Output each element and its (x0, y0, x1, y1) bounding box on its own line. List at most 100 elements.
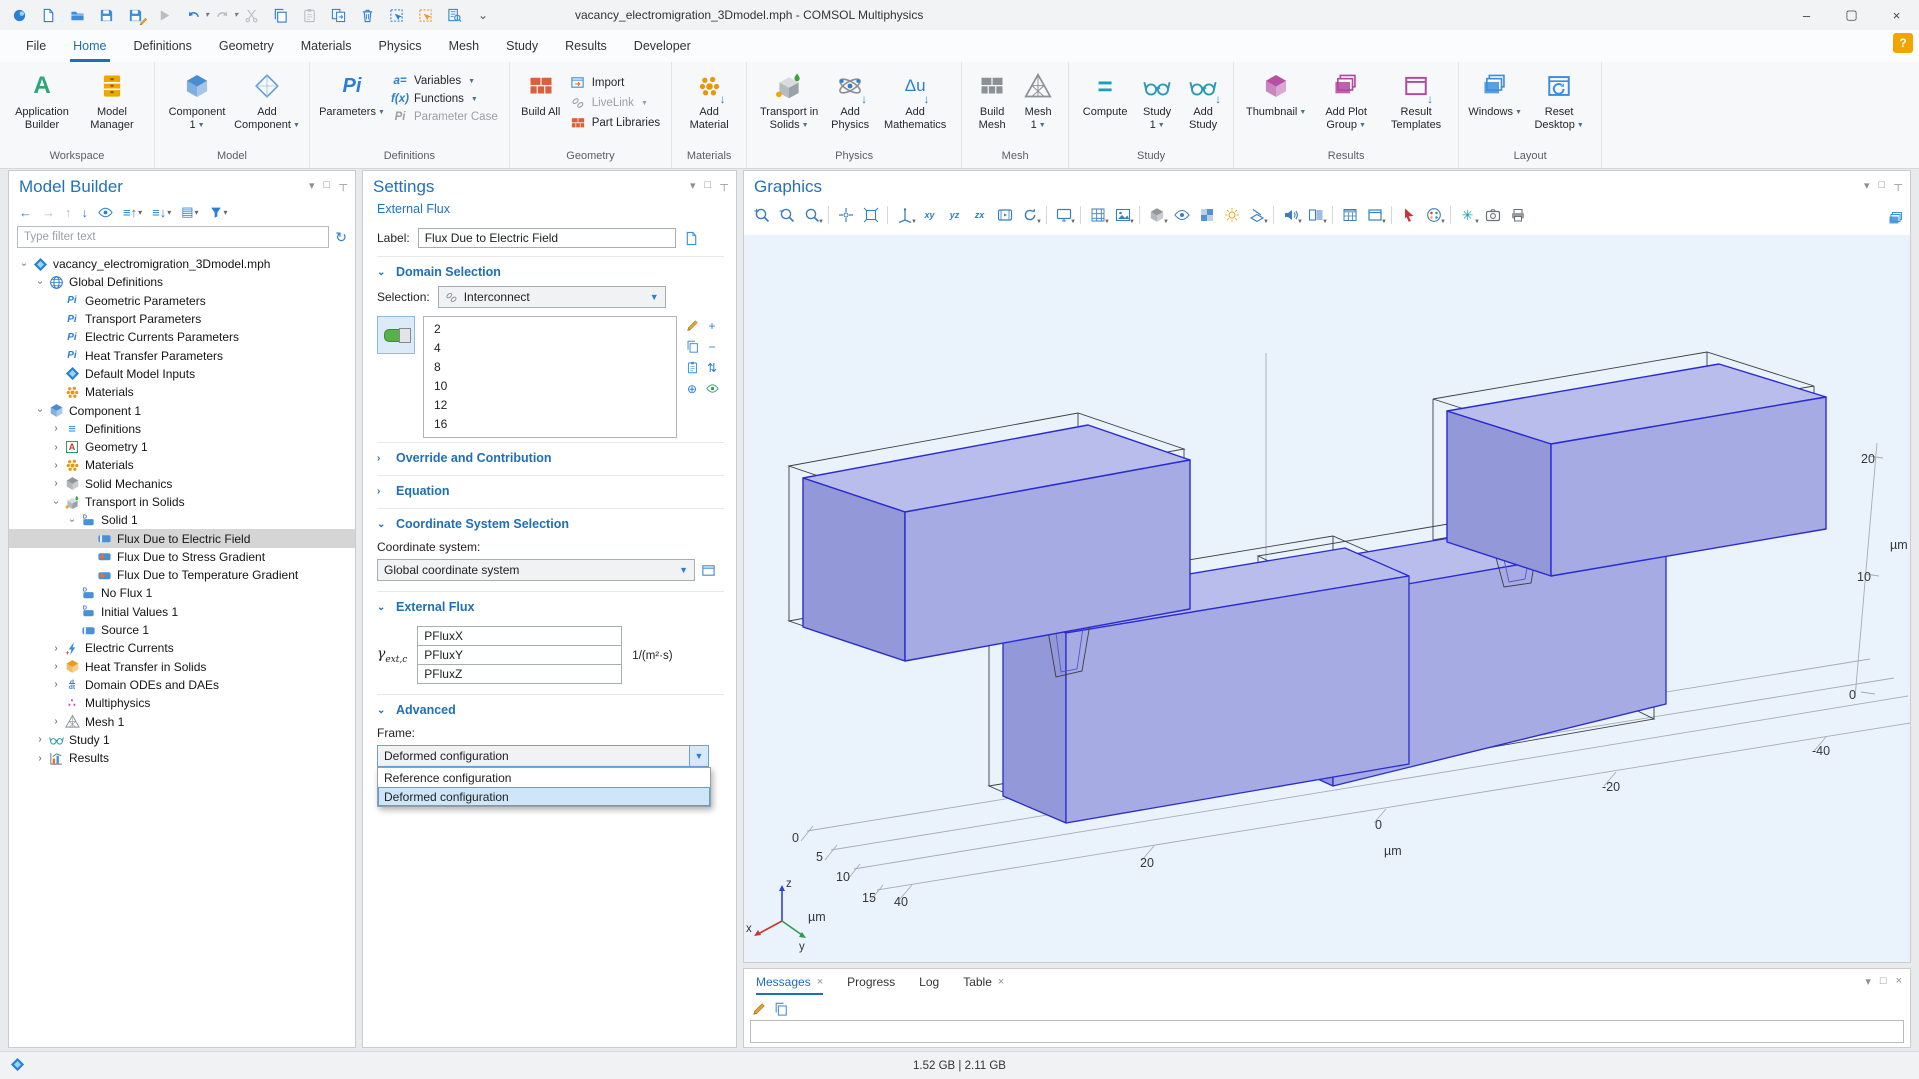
close-tab-icon[interactable]: × (998, 976, 1004, 988)
section-equation[interactable]: ›Equation (377, 475, 724, 505)
menu-geometry[interactable]: Geometry (219, 30, 274, 62)
domain-list-item[interactable]: 2 (424, 319, 676, 338)
reset-desktop-button[interactable]: Reset Desktop▼ (1525, 68, 1593, 132)
clip-plane-icon[interactable]: ▼ (1245, 204, 1268, 226)
variables-button[interactable]: a=Variables▼ (391, 75, 498, 87)
tab-progress[interactable]: Progress (847, 969, 895, 995)
tree-item-flux-due-to-electric-field[interactable]: Flux Due to Electric Field (9, 529, 355, 547)
build-all-button[interactable]: Build All (518, 68, 564, 119)
view-yz-icon[interactable]: yz (943, 204, 966, 226)
help-button[interactable]: ? (1893, 33, 1913, 53)
run-icon[interactable] (155, 6, 173, 24)
collapse-tree-icon[interactable]: ≡↓▾ (152, 205, 171, 220)
label-options-icon[interactable] (684, 231, 699, 246)
back-icon[interactable]: ← (19, 205, 32, 220)
menu-definitions[interactable]: Definitions (134, 30, 192, 62)
tree-item-global-definitions[interactable]: ›Global Definitions (9, 273, 355, 291)
swap-selection-icon[interactable]: ⇅ (703, 358, 721, 377)
menu-results[interactable]: Results (565, 30, 607, 62)
forward-icon[interactable]: → (42, 205, 55, 220)
tree-item-heat-transfer-parameters[interactable]: PiHeat Transfer Parameters (9, 346, 355, 364)
go-to-default-view-icon[interactable] (834, 204, 857, 226)
result-templates-button[interactable]: ↓ Result Templates (1382, 68, 1450, 131)
tree-item-solid-mechanics[interactable]: ›Solid Mechanics (9, 475, 355, 493)
tree-item-electric-currents[interactable]: ›Electric Currents (9, 639, 355, 657)
panel-float-icon[interactable]: □ (324, 179, 331, 192)
thumbnail-button[interactable]: Thumbnail▼ (1242, 68, 1310, 120)
menu-home[interactable]: Home (73, 30, 106, 62)
panel-close-icon[interactable]: × (1896, 975, 1902, 988)
flux-y-input[interactable]: PFluxY (417, 645, 622, 665)
select-highlight-icon[interactable] (1397, 204, 1420, 226)
new-message-icon[interactable] (752, 1002, 766, 1016)
node-text-icon[interactable]: ▤▾ (181, 204, 198, 220)
image-snapshot-icon[interactable]: ▼ (1111, 204, 1134, 226)
tree-item-domain-odes-and-daes[interactable]: ›ddtDomain ODEs and DAEs (9, 676, 355, 694)
tab-messages[interactable]: Messages× (756, 969, 823, 995)
scene-light-icon[interactable] (1220, 204, 1243, 226)
panel-menu-icon[interactable]: ▾ (309, 179, 315, 192)
panel-pin-icon[interactable]: ┬ (720, 179, 728, 192)
color-palette-icon[interactable]: ▼ (1422, 204, 1445, 226)
tree-filter-input[interactable]: Type filter text (17, 226, 329, 248)
label-input[interactable]: Flux Due to Electric Field (418, 228, 676, 248)
move-up-icon[interactable]: ↑ (65, 205, 72, 220)
copy-messages-icon[interactable] (774, 1002, 788, 1016)
transparency-icon[interactable] (1195, 204, 1218, 226)
compute-button[interactable]: = Compute (1077, 68, 1133, 119)
save-icon[interactable] (97, 6, 115, 24)
refresh-icon[interactable]: ↻ (335, 229, 347, 246)
menu-file[interactable]: File (26, 30, 46, 62)
windows-layout-icon[interactable]: ▼ (1363, 204, 1386, 226)
tree-item-transport-in-solids[interactable]: ›Transport in Solids (9, 493, 355, 511)
tree-item-initial-values-1[interactable]: Initial Values 1 (9, 603, 355, 621)
paste-icon[interactable] (300, 6, 318, 24)
add-physics-button[interactable]: ↓ Add Physics (825, 68, 875, 131)
zoom-to-selection-icon[interactable]: ⊕ (683, 379, 701, 398)
close-button[interactable]: × (1874, 0, 1919, 30)
section-domain-selection[interactable]: ⌄Domain Selection (377, 256, 724, 286)
new-file-icon[interactable] (39, 6, 57, 24)
grid-settings-icon[interactable]: ▼ (1086, 204, 1109, 226)
tab-table[interactable]: Table× (963, 969, 1004, 995)
menu-materials[interactable]: Materials (301, 30, 352, 62)
domain-list-item[interactable]: 12 (424, 395, 676, 414)
tree-item-component-1[interactable]: ›Component 1 (9, 401, 355, 419)
coordinate-system-dropdown[interactable]: Global coordinate system ▼ (377, 559, 695, 581)
panel-float-icon[interactable]: □ (1879, 179, 1886, 192)
tree-item-materials[interactable]: ›Materials (9, 456, 355, 474)
domain-list-item[interactable]: 8 (424, 357, 676, 376)
select-box-icon[interactable] (387, 6, 405, 24)
open-file-icon[interactable] (68, 6, 86, 24)
tree-item-transport-parameters[interactable]: PiTransport Parameters (9, 310, 355, 328)
add-mathematics-button[interactable]: Δu↓ Add Mathematics (877, 68, 953, 131)
tree-item-solid-1[interactable]: ›Solid 1 (9, 511, 355, 529)
menu-developer[interactable]: Developer (634, 30, 691, 62)
model-manager-button[interactable]: Model Manager (78, 68, 146, 131)
tree-item-flux-due-to-temperature-gradient[interactable]: Flux Due to Temperature Gradient (9, 566, 355, 584)
context-help-icon[interactable] (1888, 211, 1904, 227)
snapshot-camera-icon[interactable] (1481, 204, 1504, 226)
create-selection-icon[interactable] (683, 316, 701, 335)
tree-item-electric-currents-parameters[interactable]: PiElectric Currents Parameters (9, 328, 355, 346)
panel-pin-icon[interactable]: ┬ (339, 179, 347, 192)
mesh-1-button[interactable]: Mesh 1▼ (1016, 68, 1060, 132)
tree-item-default-model-inputs[interactable]: Default Model Inputs (9, 365, 355, 383)
show-icon[interactable] (98, 205, 113, 220)
zoom-out-icon[interactable]: − (775, 204, 798, 226)
domain-selection-list[interactable]: 2 4 8 10 12 16 (423, 316, 677, 438)
add-plot-group-button[interactable]: Add Plot Group▼ (1312, 68, 1380, 132)
menu-physics[interactable]: Physics (378, 30, 421, 62)
filter-icon[interactable]: ▾ (209, 205, 228, 219)
print-icon[interactable] (1506, 204, 1529, 226)
duplicate-icon[interactable] (329, 6, 347, 24)
selection-visibility-icon[interactable] (703, 379, 721, 398)
tree-item-materials-global[interactable]: Materials (9, 383, 355, 401)
component-1-button[interactable]: Component 1▼ (163, 68, 231, 132)
flux-z-input[interactable]: PFluxZ (417, 664, 622, 684)
study-1-button[interactable]: Study 1▼ (1135, 68, 1179, 132)
redo-icon[interactable]: ▾ (213, 6, 231, 24)
windows-button[interactable]: Windows▼ (1467, 68, 1523, 120)
tree-item-source-1[interactable]: Source 1 (9, 621, 355, 639)
expand-tree-icon[interactable]: ≡↑▾ (123, 205, 142, 220)
